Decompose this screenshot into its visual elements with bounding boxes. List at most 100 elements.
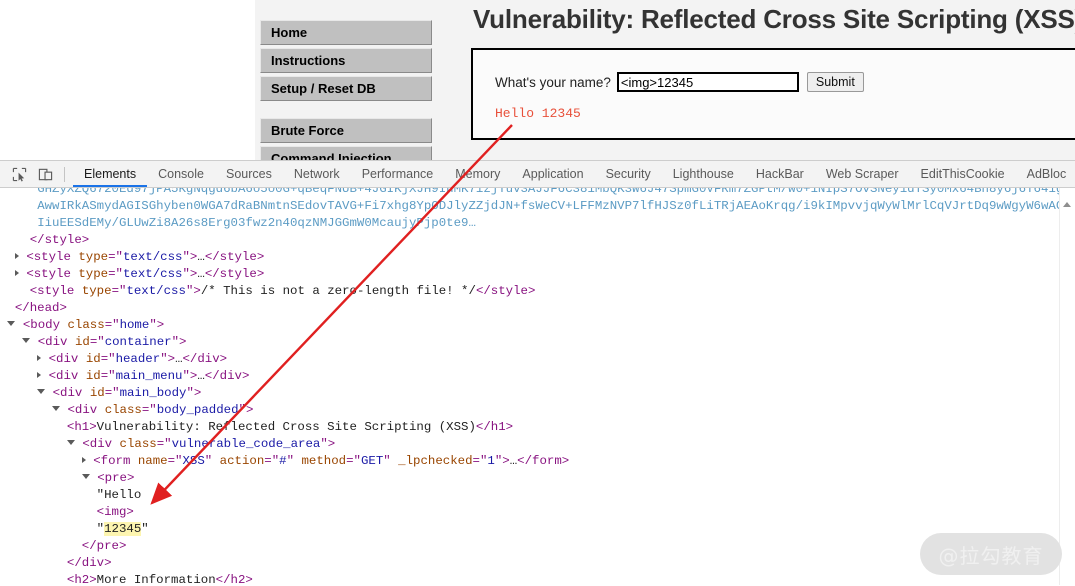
dom-line-text-hello[interactable]: "Hello: [0, 487, 1075, 504]
collapsed-content: …: [197, 267, 205, 281]
tab-editthiscookie[interactable]: EditThisCookie: [910, 161, 1016, 187]
menu-item-command-injection[interactable]: Command Injection: [260, 146, 432, 160]
inspect-element-icon[interactable]: [6, 163, 32, 185]
attr-value: home: [119, 318, 150, 332]
attr-value: body_padded: [156, 403, 239, 417]
dom-line-h2[interactable]: <h2>More Information</h2>: [0, 572, 1075, 586]
dom-line-div-close[interactable]: </div>: [0, 555, 1075, 572]
tab-memory[interactable]: Memory: [444, 161, 511, 187]
page-left-margin: [0, 0, 255, 160]
style-close-tag: </style>: [475, 284, 536, 298]
div-close-tag: </div>: [182, 352, 228, 366]
dom-line-body[interactable]: <body class="home">: [0, 317, 1075, 334]
dom-line-body-padded[interactable]: <div class="body_padded">: [0, 402, 1075, 419]
collapse-triangle-icon[interactable]: [52, 405, 61, 411]
menu-item-setup-reset-db[interactable]: Setup / Reset DB: [260, 76, 432, 101]
tab-sources[interactable]: Sources: [215, 161, 283, 187]
dom-line-main-menu[interactable]: <div id="main_menu">…</div>: [0, 368, 1075, 385]
attr-value: main_body: [119, 386, 187, 400]
menu-item-instructions[interactable]: Instructions: [260, 48, 432, 73]
page-title: Vulnerability: Reflected Cross Site Scri…: [473, 4, 1075, 34]
toolbar-divider: [64, 166, 65, 182]
style-close-tag: </style>: [204, 250, 265, 264]
tab-console[interactable]: Console: [147, 161, 215, 187]
attr-value: vulnerable_code_area: [171, 437, 321, 451]
div-close-tag: </div>: [204, 369, 250, 383]
dom-line-text-12345[interactable]: "12345": [0, 521, 1075, 538]
dom-line-main-body[interactable]: <div id="main_body">: [0, 385, 1075, 402]
tab-network[interactable]: Network: [283, 161, 351, 187]
dom-line-base64-2: AwwIRkASmydAGISGhyben0WGA7dRaBNmtnSEdovT…: [0, 198, 1075, 215]
tab-security[interactable]: Security: [595, 161, 662, 187]
page-container: Home Instructions Setup / Reset DB Brute…: [0, 0, 1075, 160]
dom-line-style-1[interactable]: <style type="text/css">…</style>: [0, 249, 1075, 266]
dom-line-vuln-area[interactable]: <div class="vulnerable_code_area">: [0, 436, 1075, 453]
dom-line-form[interactable]: <form name="XSS" action="#" method="GET"…: [0, 453, 1075, 470]
dom-line-style-close[interactable]: </style>: [0, 232, 1075, 249]
dom-tree-scrollbar[interactable]: [1059, 188, 1075, 585]
attr-name: type: [81, 284, 112, 298]
attr-value: main_menu: [115, 369, 183, 383]
tab-web-scraper[interactable]: Web Scraper: [815, 161, 910, 187]
dom-line-container[interactable]: <div id="container">: [0, 334, 1075, 351]
dom-line-pre-close[interactable]: </pre>: [0, 538, 1075, 555]
dom-line-header[interactable]: <div id="header">…</div>: [0, 351, 1075, 368]
tab-hackbar[interactable]: HackBar: [745, 161, 815, 187]
watermark: @拉勾教育: [920, 533, 1062, 575]
tab-lighthouse[interactable]: Lighthouse: [662, 161, 745, 187]
h1-text: Vulnerability: Reflected Cross Site Scri…: [96, 420, 476, 434]
name-field-label: What's your name?: [495, 74, 611, 90]
attr-value: GET: [360, 454, 384, 468]
tab-performance[interactable]: Performance: [351, 161, 445, 187]
base64-text-3: IiuEESdEMy/GLUwZi8A26s8Erg03fwz2n40qzNMJ…: [37, 216, 476, 230]
head-close-tag: </head>: [14, 301, 67, 315]
h2-text: More Information: [96, 573, 216, 586]
attr-value: XSS: [182, 454, 205, 468]
dom-line-head-close[interactable]: </head>: [0, 300, 1075, 317]
tab-elements[interactable]: Elements: [73, 161, 147, 187]
attr-value: 1: [487, 454, 495, 468]
attr-value: text/css: [123, 267, 183, 281]
attr-value: header: [115, 352, 161, 366]
device-toolbar-icon[interactable]: [32, 163, 58, 185]
collapsed-content: …: [197, 250, 205, 264]
menu-item-brute-force[interactable]: Brute Force: [260, 118, 432, 143]
name-input[interactable]: [616, 72, 799, 92]
dom-line-base64-1: GHZyXZQ6720Ed97jPA5KgNqgd6bA6o5o0G+qBeqF…: [0, 188, 1075, 198]
attr-name: class: [67, 318, 105, 332]
dom-line-h1[interactable]: <h1>Vulnerability: Reflected Cross Site …: [0, 419, 1075, 436]
main-menu: Home Instructions Setup / Reset DB Brute…: [260, 20, 432, 160]
menu-item-home[interactable]: Home: [260, 20, 432, 45]
collapse-triangle-icon[interactable]: [37, 388, 46, 394]
devtools-panel: Elements Console Sources Network Perform…: [0, 160, 1075, 586]
css-comment: /* This is not a zero-length file! */: [200, 284, 476, 298]
scroll-up-arrow-icon[interactable]: [1063, 202, 1071, 207]
text-node-hello: "Hello: [96, 488, 142, 502]
submit-button[interactable]: Submit: [806, 72, 864, 92]
attr-value: text/css: [126, 284, 186, 298]
collapse-triangle-icon[interactable]: [66, 439, 75, 445]
collapsed-content: …: [197, 369, 205, 383]
collapse-triangle-icon[interactable]: [81, 473, 90, 479]
div-close-tag: </div>: [66, 556, 112, 570]
tab-application[interactable]: Application: [511, 161, 594, 187]
xss-output-text: Hello 12345: [495, 106, 581, 121]
img-tag: <img>: [96, 505, 134, 519]
dom-line-style-2[interactable]: <style type="text/css">…</style>: [0, 266, 1075, 283]
attr-value: text/css: [123, 250, 183, 264]
dom-line-base64-3: IiuEESdEMy/GLUwZi8A26s8Erg03fwz2n40qzNMJ…: [0, 215, 1075, 232]
attr-value: container: [104, 335, 172, 349]
dom-line-style-3[interactable]: <style type="text/css">/* This is not a …: [0, 283, 1075, 300]
selected-text-node: 12345: [104, 522, 142, 536]
dom-line-pre[interactable]: <pre>: [0, 470, 1075, 487]
attr-value: #: [279, 454, 287, 468]
devtools-toolbar: Elements Console Sources Network Perform…: [0, 161, 1075, 188]
pre-close-tag: </pre>: [81, 539, 127, 553]
collapsed-content: …: [175, 352, 183, 366]
attr-name: type: [78, 267, 109, 281]
tab-adblock[interactable]: AdBloc: [1016, 161, 1075, 187]
dom-tree[interactable]: GHZyXZQ6720Ed97jPA5KgNqgd6bA6o5o0G+qBeqF…: [0, 188, 1075, 586]
dom-line-img[interactable]: <img>: [0, 504, 1075, 521]
base64-text-1: GHZyXZQ6720Ed97jPA5KgNqgd6bA6o5o0G+qBeqF…: [37, 188, 1075, 196]
style-close-tag: </style>: [29, 233, 90, 247]
